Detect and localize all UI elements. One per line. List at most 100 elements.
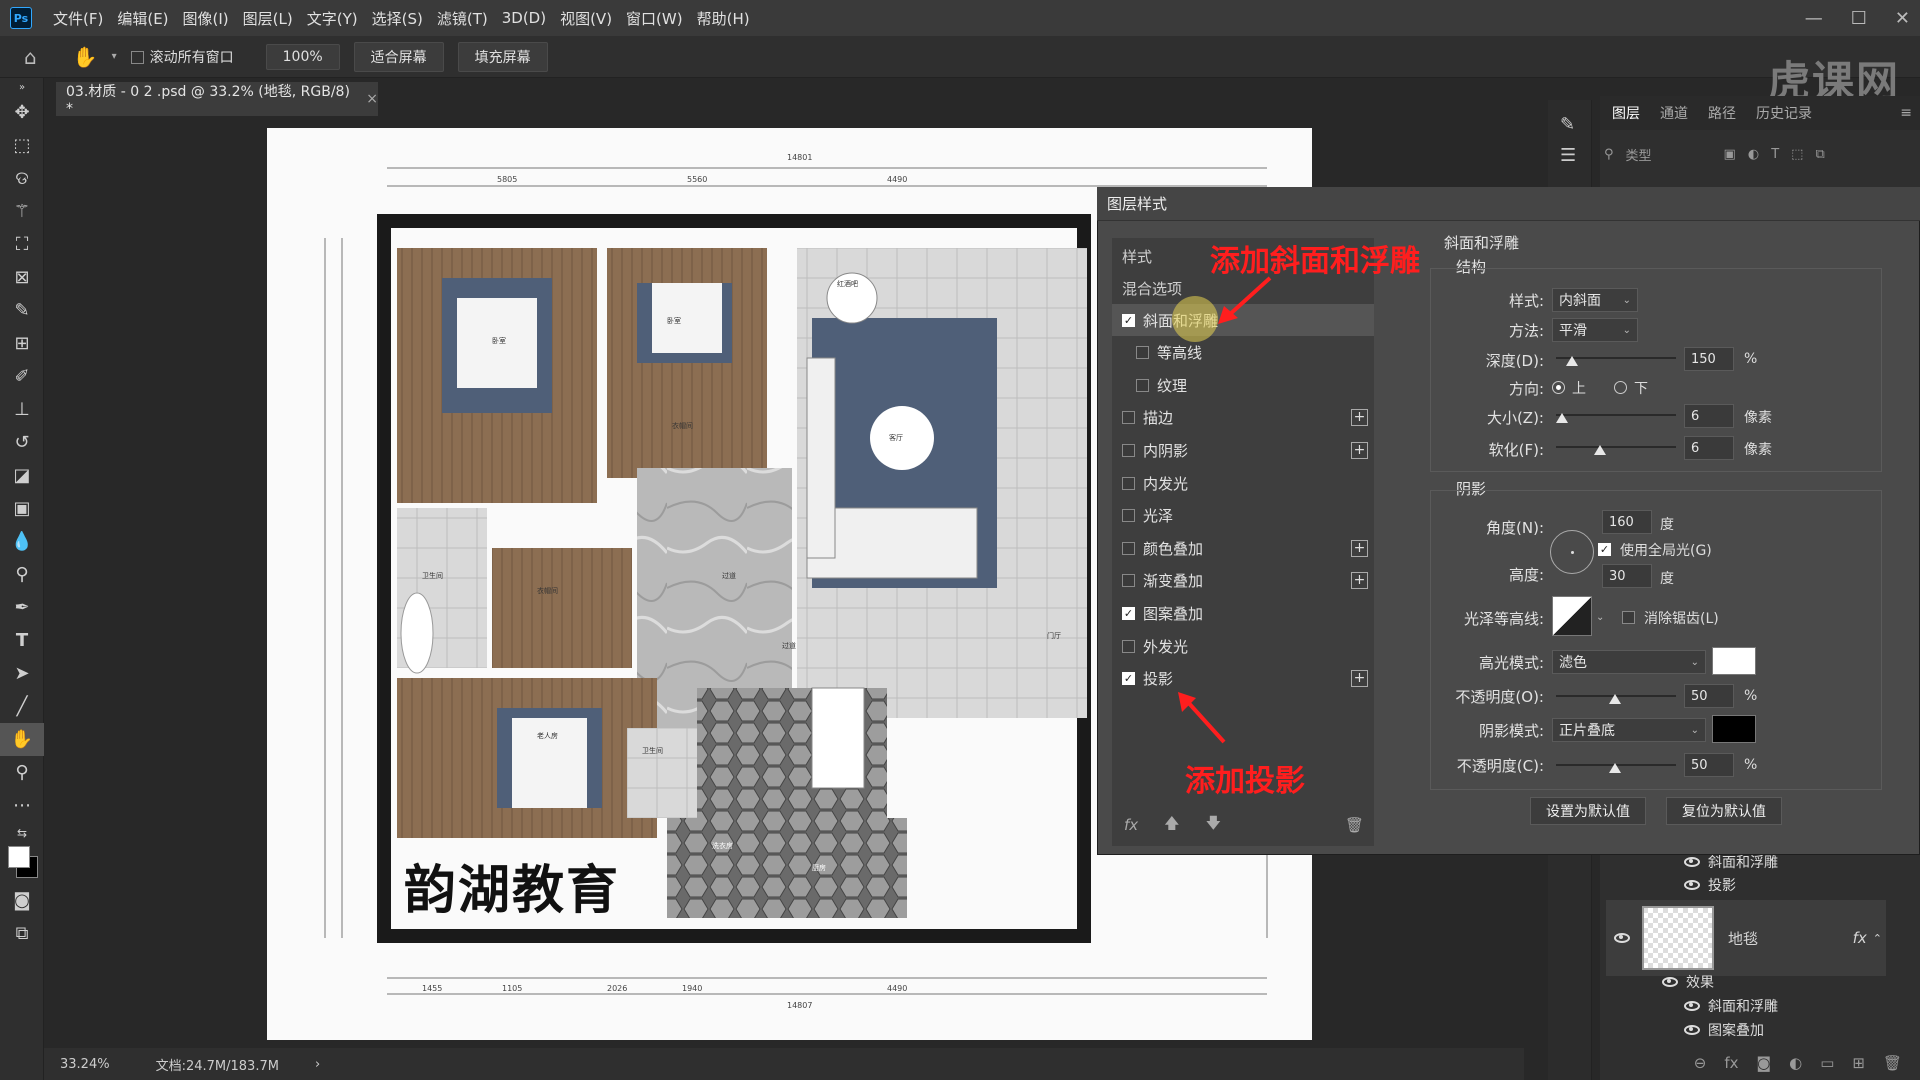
style-checkbox[interactable] xyxy=(1136,378,1149,392)
frame-tool-icon[interactable]: ⊠ xyxy=(0,261,44,294)
delete-layer-icon[interactable]: 🗑 xyxy=(1883,1054,1902,1072)
chevron-down-icon[interactable]: ⌄ xyxy=(1596,612,1604,623)
color-swatches[interactable] xyxy=(0,844,43,884)
magic-wand-tool-icon[interactable]: ⚚ xyxy=(0,195,44,228)
shadow-color-swatch[interactable] xyxy=(1712,715,1756,743)
crop-tool-icon[interactable]: ⛶ xyxy=(0,228,44,261)
link-layers-icon[interactable]: ⊖ xyxy=(1694,1054,1707,1072)
style-item[interactable]: ✓ 图案叠加 xyxy=(1112,597,1374,629)
menu-3d[interactable]: 3D(D) xyxy=(495,9,553,27)
size-slider-knob[interactable] xyxy=(1556,413,1568,423)
filter-adjust-icon[interactable]: ◐ xyxy=(1748,147,1759,162)
style-item[interactable]: 外发光 xyxy=(1112,630,1374,662)
style-checkbox[interactable] xyxy=(1122,509,1135,523)
tab-paths[interactable]: 路径 xyxy=(1708,103,1736,123)
new-layer-icon[interactable]: ⊞ xyxy=(1852,1054,1865,1072)
status-more-icon[interactable]: › xyxy=(315,1057,320,1072)
layer-name[interactable]: 地毯 xyxy=(1728,928,1758,949)
highlight-opacity-input[interactable]: 50 xyxy=(1684,684,1734,708)
style-item[interactable]: 内阴影 + xyxy=(1112,434,1374,466)
style-checkbox[interactable] xyxy=(1122,574,1135,588)
size-slider[interactable] xyxy=(1556,414,1676,416)
eye-icon[interactable] xyxy=(1662,977,1678,987)
eye-icon[interactable] xyxy=(1684,1025,1700,1035)
path-select-tool-icon[interactable]: ➤ xyxy=(0,657,44,690)
gloss-contour-picker[interactable] xyxy=(1552,596,1592,636)
hand-tool-icon[interactable]: ✋ xyxy=(73,45,98,69)
add-mask-icon[interactable]: ◙ xyxy=(1757,1054,1772,1072)
shadow-mode-select[interactable]: 正片叠底 ⌄ xyxy=(1552,718,1706,742)
effects-group-row[interactable]: 效果 xyxy=(1600,970,1920,994)
soften-slider-knob[interactable] xyxy=(1594,445,1606,455)
style-checkbox[interactable]: ✓ xyxy=(1122,313,1135,327)
collapse-icon[interactable]: ⌃ xyxy=(1873,932,1882,945)
size-input[interactable]: 6 xyxy=(1684,404,1734,428)
effect-row[interactable]: 图案叠加 xyxy=(1600,1018,1920,1042)
close-tab-icon[interactable]: × xyxy=(366,91,378,107)
swap-colors-icon[interactable]: ⇆ xyxy=(0,822,44,844)
soften-slider[interactable] xyxy=(1556,446,1676,448)
menu-edit[interactable]: 编辑(E) xyxy=(110,8,175,29)
highlight-opacity-knob[interactable] xyxy=(1609,694,1621,704)
style-checkbox[interactable] xyxy=(1122,639,1135,653)
depth-slider-knob[interactable] xyxy=(1566,356,1578,366)
move-down-icon[interactable]: 🡇 xyxy=(1206,813,1221,838)
zoom-level[interactable]: 33.24% xyxy=(60,1057,110,1072)
style-item[interactable]: 纹理 xyxy=(1112,369,1374,401)
more-tools-icon[interactable]: ⋯ xyxy=(0,789,44,822)
altitude-input[interactable]: 30 xyxy=(1602,564,1652,588)
highlight-mode-select[interactable]: 滤色 ⌄ xyxy=(1552,650,1706,674)
angle-dial[interactable] xyxy=(1550,530,1594,574)
maximize-icon[interactable]: ☐ xyxy=(1851,8,1867,29)
scroll-all-option[interactable]: 滚动所有窗口 xyxy=(130,47,234,67)
filter-shape-icon[interactable]: ⬚ xyxy=(1791,147,1803,162)
fit-screen-button[interactable]: 适合屏幕 xyxy=(353,41,444,72)
quick-mask-icon[interactable]: ◙ xyxy=(0,884,44,917)
direction-down-radio[interactable] xyxy=(1614,381,1627,394)
bevel-style-select[interactable]: 内斜面 ⌄ xyxy=(1552,288,1638,312)
add-instance-icon[interactable]: + xyxy=(1351,670,1368,688)
tab-channels[interactable]: 通道 xyxy=(1660,103,1688,123)
anti-alias-checkbox[interactable] xyxy=(1622,611,1635,624)
minimize-icon[interactable]: — xyxy=(1805,8,1823,29)
eye-icon[interactable] xyxy=(1684,1001,1700,1011)
add-style-icon[interactable]: fx xyxy=(1724,1054,1738,1072)
depth-input[interactable]: 150 xyxy=(1684,347,1734,371)
gradient-tool-icon[interactable]: ▣ xyxy=(0,492,44,525)
document-tab[interactable]: 03.材质 - 0 2 .psd @ 33.2% (地毯, RGB/8) * × xyxy=(56,82,378,117)
healing-tool-icon[interactable]: ⊞ xyxy=(0,327,44,360)
lasso-tool-icon[interactable]: ଡ xyxy=(0,162,44,195)
panel-menu-icon[interactable]: ≡ xyxy=(1900,105,1912,121)
filter-pixel-icon[interactable]: ▣ xyxy=(1724,147,1736,162)
delete-effect-icon[interactable]: 🗑 xyxy=(1345,816,1364,834)
history-brush-tool-icon[interactable]: ↺ xyxy=(0,426,44,459)
screen-mode-icon[interactable]: ⧉ xyxy=(0,917,44,950)
style-checkbox[interactable] xyxy=(1136,346,1149,360)
menu-select[interactable]: 选择(S) xyxy=(365,8,430,29)
layer-rug[interactable]: 地毯 fx ⌃ xyxy=(1606,900,1886,976)
home-icon[interactable]: ⌂ xyxy=(24,45,37,69)
add-instance-icon[interactable]: + xyxy=(1351,572,1368,590)
stamp-tool-icon[interactable]: ⊥ xyxy=(0,393,44,426)
eyedropper-tool-icon[interactable]: ✎ xyxy=(0,294,44,327)
layer-thumbnail[interactable] xyxy=(1642,906,1714,970)
menu-view[interactable]: 视图(V) xyxy=(553,8,619,29)
move-up-icon[interactable]: 🡅 xyxy=(1164,813,1179,838)
style-item[interactable]: 等高线 xyxy=(1112,337,1374,369)
menu-image[interactable]: 图像(I) xyxy=(176,8,236,29)
menu-file[interactable]: 文件(F) xyxy=(46,8,110,29)
brush-settings-icon[interactable]: ✎ xyxy=(1560,114,1591,135)
style-item[interactable]: 内发光 xyxy=(1112,467,1374,499)
effect-row[interactable]: 斜面和浮雕 xyxy=(1600,994,1920,1018)
adjustments-icon[interactable]: ☰ xyxy=(1560,145,1591,166)
style-checkbox[interactable] xyxy=(1122,443,1135,457)
menu-help[interactable]: 帮助(H) xyxy=(690,8,757,29)
foreground-color[interactable] xyxy=(8,846,30,868)
fx-icon[interactable]: fx xyxy=(1853,929,1867,947)
style-checkbox[interactable]: ✓ xyxy=(1122,672,1135,686)
zoom-100-button[interactable]: 100% xyxy=(265,43,340,70)
effect-row[interactable]: 投影 xyxy=(1600,873,1920,897)
style-item[interactable]: ✓ 投影 + xyxy=(1112,663,1374,695)
reset-default-button[interactable]: 复位为默认值 xyxy=(1666,797,1782,825)
photoshop-logo[interactable]: Ps xyxy=(10,7,32,29)
